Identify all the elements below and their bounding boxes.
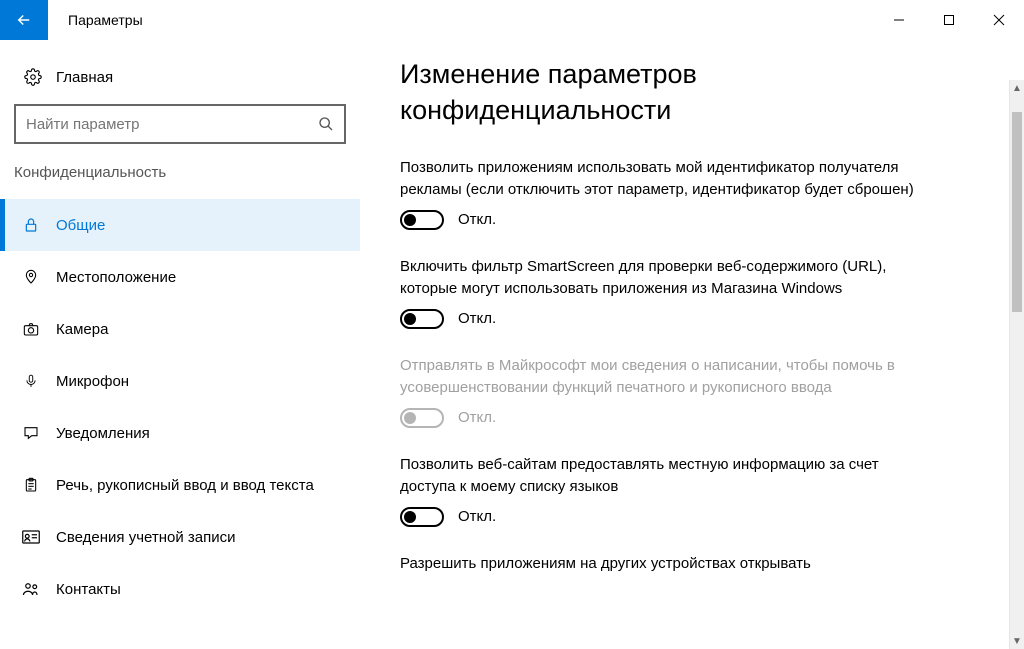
minimize-icon xyxy=(893,14,905,26)
location-icon xyxy=(20,269,42,285)
sidebar-item-notifications[interactable]: Уведомления xyxy=(0,407,360,459)
close-button[interactable] xyxy=(974,0,1024,40)
sidebar-item-general[interactable]: Общие xyxy=(0,199,360,251)
setting-desc: Позволить приложениям использовать мой и… xyxy=(400,157,920,202)
search-box[interactable] xyxy=(14,104,346,144)
scroll-up-icon[interactable]: ▲ xyxy=(1010,80,1024,96)
nav-label: Камера xyxy=(56,321,108,338)
home-row[interactable]: Главная xyxy=(0,62,360,104)
toggle-knob xyxy=(404,313,416,325)
toggle-row: Откл. xyxy=(400,408,920,428)
maximize-button[interactable] xyxy=(924,0,974,40)
maximize-icon xyxy=(943,14,955,26)
toggle-label: Откл. xyxy=(458,211,496,228)
titlebar: Параметры xyxy=(0,0,1024,40)
setting-desc: Позволить веб-сайтам предоставлять местн… xyxy=(400,454,920,499)
setting-smartscreen: Включить фильтр SmartScreen для проверки… xyxy=(400,256,920,329)
setting-advertising-id: Позволить приложениям использовать мой и… xyxy=(400,157,920,230)
titlebar-spacer xyxy=(143,0,874,40)
toggle-knob xyxy=(404,214,416,226)
search-wrap xyxy=(0,104,360,164)
account-card-icon xyxy=(20,530,42,544)
scrollbar[interactable]: ▲ ▼ xyxy=(1009,80,1024,649)
toggle-switch[interactable] xyxy=(400,309,444,329)
search-input[interactable] xyxy=(16,116,308,133)
setting-send-typing-data: Отправлять в Майкрософт мои сведения о н… xyxy=(400,355,920,428)
toggle-label: Откл. xyxy=(458,409,496,426)
scrollbar-thumb[interactable] xyxy=(1012,112,1022,312)
page-heading: Изменение параметров конфиденциальности xyxy=(400,56,920,129)
scroll-down-icon[interactable]: ▼ xyxy=(1010,633,1024,649)
microphone-icon xyxy=(20,372,42,390)
toggle-switch[interactable] xyxy=(400,507,444,527)
nav-label: Уведомления xyxy=(56,425,150,442)
toggle-switch[interactable] xyxy=(400,210,444,230)
toggle-knob xyxy=(404,412,416,424)
window-title: Параметры xyxy=(48,0,143,40)
sidebar: Главная Конфиденциальность Общие Местопо… xyxy=(0,40,360,649)
toggle-knob xyxy=(404,511,416,523)
section-title: Конфиденциальность xyxy=(0,164,360,199)
nav-label: Контакты xyxy=(56,581,121,598)
sidebar-item-contacts[interactable]: Контакты xyxy=(0,563,360,615)
sidebar-item-speech-ink-typing[interactable]: Речь, рукописный ввод и ввод текста xyxy=(0,459,360,511)
toggle-switch xyxy=(400,408,444,428)
gear-icon xyxy=(20,68,46,86)
setting-cross-device-apps: Разрешить приложениям на других устройст… xyxy=(400,553,920,576)
sidebar-item-account-info[interactable]: Сведения учетной записи xyxy=(0,511,360,563)
minimize-button[interactable] xyxy=(874,0,924,40)
arrow-left-icon xyxy=(15,11,33,29)
sidebar-item-camera[interactable]: Камера xyxy=(0,303,360,355)
sidebar-item-microphone[interactable]: Микрофон xyxy=(0,355,360,407)
setting-desc: Отправлять в Майкрософт мои сведения о н… xyxy=(400,355,920,400)
shell: Главная Конфиденциальность Общие Местопо… xyxy=(0,40,1024,649)
home-label: Главная xyxy=(56,69,113,86)
lock-icon xyxy=(20,217,42,233)
nav-label: Общие xyxy=(56,217,105,234)
toggle-row: Откл. xyxy=(400,210,920,230)
contacts-icon xyxy=(20,581,42,597)
toggle-row: Откл. xyxy=(400,507,920,527)
nav-label: Местоположение xyxy=(56,269,176,286)
setting-desc: Разрешить приложениям на других устройст… xyxy=(400,553,920,576)
setting-desc: Включить фильтр SmartScreen для проверки… xyxy=(400,256,920,301)
close-icon xyxy=(993,14,1005,26)
back-button[interactable] xyxy=(0,0,48,40)
nav-label: Микрофон xyxy=(56,373,129,390)
camera-icon xyxy=(20,321,42,337)
nav-label: Речь, рукописный ввод и ввод текста xyxy=(56,477,314,494)
clipboard-icon xyxy=(20,476,42,494)
toggle-label: Откл. xyxy=(458,310,496,327)
notification-icon xyxy=(20,425,42,441)
toggle-row: Откл. xyxy=(400,309,920,329)
setting-website-language-list: Позволить веб-сайтам предоставлять местн… xyxy=(400,454,920,527)
content: Изменение параметров конфиденциальности … xyxy=(360,40,1024,649)
nav-label: Сведения учетной записи xyxy=(56,529,236,546)
search-icon xyxy=(308,116,344,132)
toggle-label: Откл. xyxy=(458,508,496,525)
sidebar-item-location[interactable]: Местоположение xyxy=(0,251,360,303)
